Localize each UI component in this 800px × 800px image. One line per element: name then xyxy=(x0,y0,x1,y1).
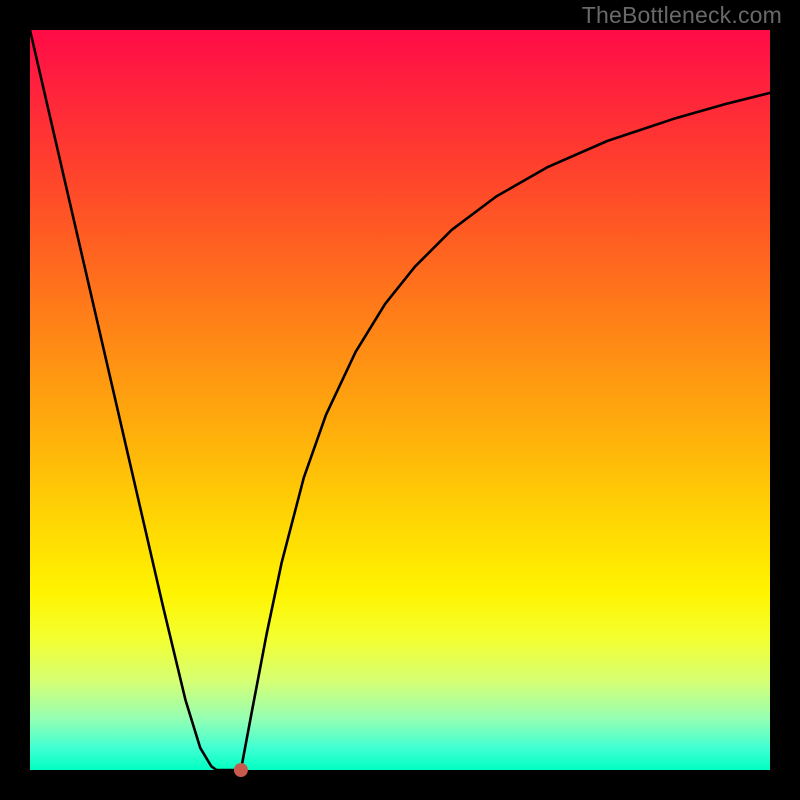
bottleneck-curve xyxy=(30,30,770,770)
watermark-text: TheBottleneck.com xyxy=(582,2,782,29)
plot-svg xyxy=(30,30,770,770)
chart-frame: TheBottleneck.com xyxy=(0,0,800,800)
min-marker xyxy=(234,763,248,777)
plot-area xyxy=(30,30,770,770)
